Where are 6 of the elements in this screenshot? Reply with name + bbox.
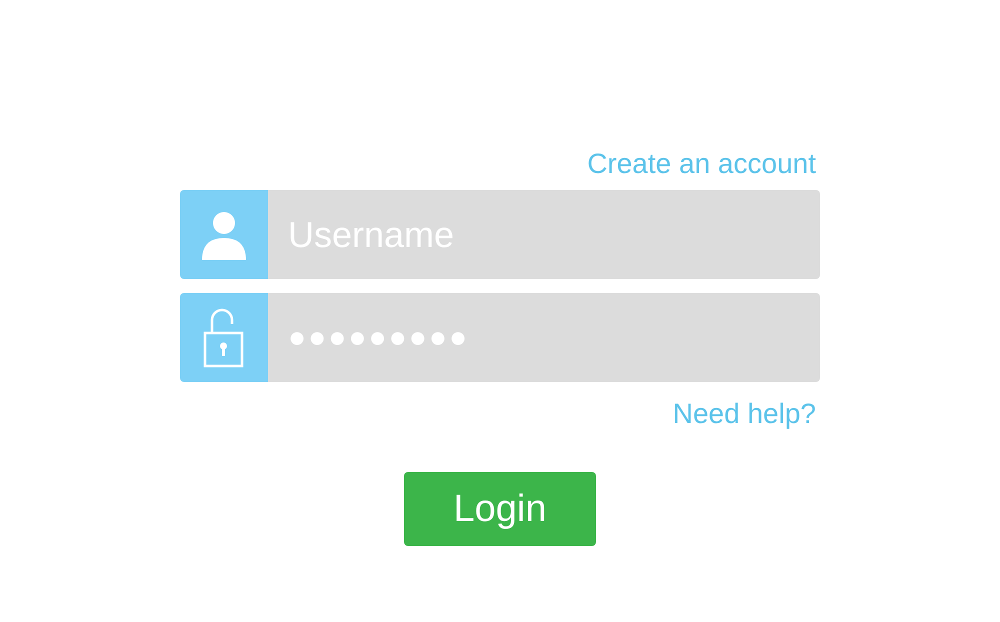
padlock-icon (180, 293, 268, 382)
login-button[interactable]: Login (404, 472, 596, 546)
help-link[interactable]: Need help? (672, 396, 816, 432)
password-field[interactable]: ●●●●●●●●● (268, 293, 820, 382)
create-account-link[interactable]: Create an account (587, 146, 816, 182)
user-icon (180, 190, 268, 279)
